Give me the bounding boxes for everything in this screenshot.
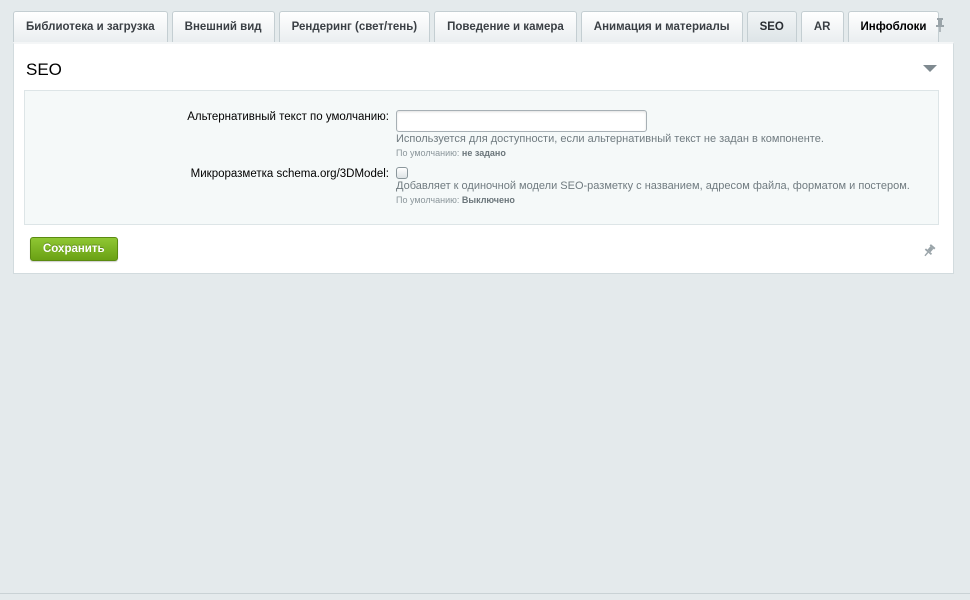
tab-library-upload[interactable]: Библиотека и загрузка: [13, 11, 168, 42]
alt-text-input[interactable]: [396, 110, 647, 132]
tab-behavior-camera[interactable]: Поведение и камера: [434, 11, 577, 42]
tab-label: Поведение и камера: [447, 21, 564, 33]
tab-ar[interactable]: AR: [800, 11, 844, 42]
alt-text-hint: Используется для доступности, если альте…: [396, 133, 824, 145]
tab-infoblocks[interactable]: Инфоблоки: [847, 11, 940, 42]
default-prefix: По умолчанию:: [396, 148, 460, 158]
schema-default: По умолчанию: Выключено: [396, 195, 515, 205]
tab-seo[interactable]: SEO: [746, 11, 797, 42]
alt-text-default: По умолчанию: не задано: [396, 148, 506, 158]
tab-label: Внешний вид: [184, 21, 262, 33]
tab-label: Инфоблоки: [860, 21, 927, 33]
tab-label: Анимация и материалы: [593, 21, 730, 33]
seo-panel: SEO Альтернативный текст по умолчанию: И…: [13, 42, 954, 274]
footer-divider: [0, 593, 970, 594]
default-value: не задано: [461, 148, 506, 158]
tab-label: AR: [813, 21, 831, 33]
pin-icon[interactable]: [933, 17, 947, 33]
schema-label: Микроразметка schema.org/3DModel:: [190, 168, 389, 180]
pin-icon[interactable]: [922, 244, 936, 258]
tab-label: Библиотека и загрузка: [26, 21, 155, 33]
chevron-down-icon[interactable]: [923, 65, 937, 72]
tab-bar: Библиотека и загрузка Внешний вид Рендер…: [13, 10, 943, 42]
default-prefix: По умолчанию:: [396, 195, 460, 205]
tab-rendering[interactable]: Рендеринг (свет/тень): [278, 11, 431, 42]
default-value: Выключено: [461, 195, 515, 205]
panel-title: SEO: [26, 60, 62, 79]
save-button[interactable]: Сохранить: [30, 237, 118, 261]
tab-label: SEO: [759, 21, 784, 33]
schema-hint: Добавляет к одиночной модели SEO-разметк…: [396, 180, 910, 192]
settings-form: Альтернативный текст по умолчанию: Испол…: [24, 90, 939, 225]
tab-label: Рендеринг (свет/тень): [291, 21, 418, 33]
tab-appearance[interactable]: Внешний вид: [171, 11, 275, 42]
alt-text-label: Альтернативный текст по умолчанию:: [187, 111, 389, 123]
schema-checkbox[interactable]: [396, 167, 408, 179]
tab-animation-materials[interactable]: Анимация и материалы: [580, 11, 743, 42]
